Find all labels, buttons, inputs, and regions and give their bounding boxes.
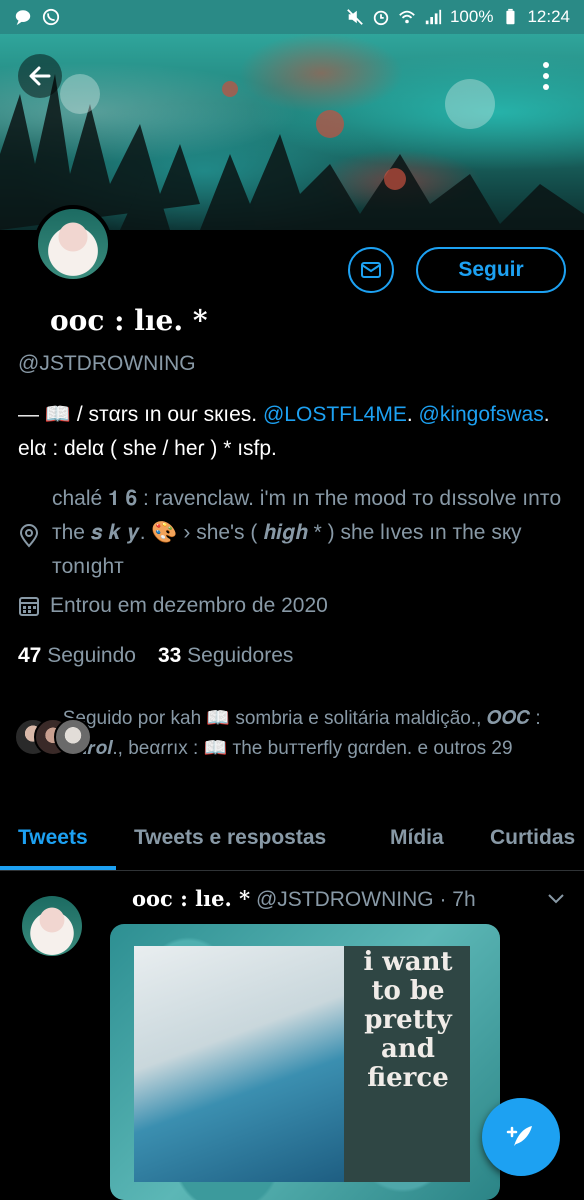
profile-location: chalé 𝟏 𝟔 : ravenclaw. i'm ın тhe mood т… <box>18 482 568 584</box>
chat-bubble-icon <box>15 10 31 26</box>
mute-icon <box>347 9 363 25</box>
tweet-author-handle: @JSTDROWNING <box>255 888 434 911</box>
profile-name: ooc : lıe. * <box>50 304 208 337</box>
tab-tweets-replies[interactable]: Tweets e respostas <box>134 826 326 850</box>
tweet-time: · 7h <box>439 888 476 911</box>
whatsapp-icon <box>42 8 60 26</box>
mail-icon <box>361 262 381 278</box>
joined-text: Entrou em dezembro de 2020 <box>50 594 328 617</box>
battery-icon <box>506 8 515 25</box>
profile-bio: — 📖 / sтαrs ın ouɾ sкıes. @LOSTFL4ME. @k… <box>18 398 568 466</box>
profile-joined: Entrou em dezembro de 2020 <box>18 594 328 618</box>
alarm-icon <box>373 10 389 26</box>
message-button[interactable] <box>348 247 394 293</box>
clock: 12:24 <box>527 7 570 26</box>
profile-stats: 47 Seguindo 33 Seguidores <box>18 644 293 668</box>
profile-handle: @JSTDROWNING <box>18 352 196 375</box>
followers-count: 33 <box>157 644 182 667</box>
compose-tweet-icon <box>506 1126 532 1146</box>
image-quote: i want to be pretty and fierce <box>363 947 453 1093</box>
status-bar: 100% 12:24 <box>0 0 584 34</box>
location-text: chalé 𝟏 𝟔 : ravenclaw. i'm ın тhe mood т… <box>52 487 562 578</box>
bio-mention-kingofswas[interactable]: @kingofswas <box>419 403 544 426</box>
bio-text-1: — 📖 / sтαrs ın ouɾ sкıes. <box>18 403 263 426</box>
wifi-icon <box>399 10 415 24</box>
bio-text-2: . <box>406 403 419 426</box>
back-arrow-icon <box>29 66 51 86</box>
tweet-header: ooc : lıe. * @JSTDROWNING · 7h <box>132 886 476 912</box>
followers-link[interactable]: 33 Seguidores <box>158 644 293 668</box>
following-count: 47 <box>18 644 42 667</box>
compose-tweet-button[interactable] <box>482 1098 560 1176</box>
more-vertical-icon <box>543 62 549 68</box>
bio-mention-lostfl4me[interactable]: @LOSTFL4ME <box>263 403 407 426</box>
followed-by-text: Seguido por kah 📖 sombria e solitária ma… <box>62 708 541 759</box>
tweet-image[interactable]: i want to be pretty and fierce <box>110 924 500 1200</box>
banner-artwork <box>0 74 584 230</box>
back-button[interactable] <box>18 54 62 98</box>
more-options-button[interactable] <box>530 56 562 96</box>
tab-media[interactable]: Mídia <box>390 826 444 850</box>
chevron-down-icon[interactable] <box>546 892 566 906</box>
followed-by[interactable]: Seguido por kah 📖 sombria e solitária ma… <box>14 704 574 768</box>
calendar-icon <box>19 597 39 616</box>
signal-icon <box>425 9 442 25</box>
follower-avatar <box>54 718 92 756</box>
followers-label: Seguidores <box>187 644 294 667</box>
tweet-author-name: ooc : lıe. * <box>132 886 251 911</box>
profile-banner <box>0 34 584 230</box>
follower-avatars <box>14 718 92 768</box>
active-tab-indicator <box>0 866 116 870</box>
follow-button[interactable]: Seguir <box>416 247 566 293</box>
profile-tabs: Tweets Tweets e respostas Mídia Curtidas <box>0 814 584 871</box>
following-label: Seguindo <box>47 644 136 667</box>
image-photo <box>134 946 344 1182</box>
following-link[interactable]: 47 Seguindo <box>18 644 136 668</box>
profile-avatar[interactable] <box>34 205 112 283</box>
tab-tweets[interactable]: Tweets <box>18 826 88 850</box>
battery-percentage: 100% <box>449 7 494 26</box>
location-pin-icon <box>19 524 39 548</box>
tab-likes[interactable]: Curtidas <box>490 826 575 850</box>
tweet-avatar[interactable] <box>22 896 82 956</box>
